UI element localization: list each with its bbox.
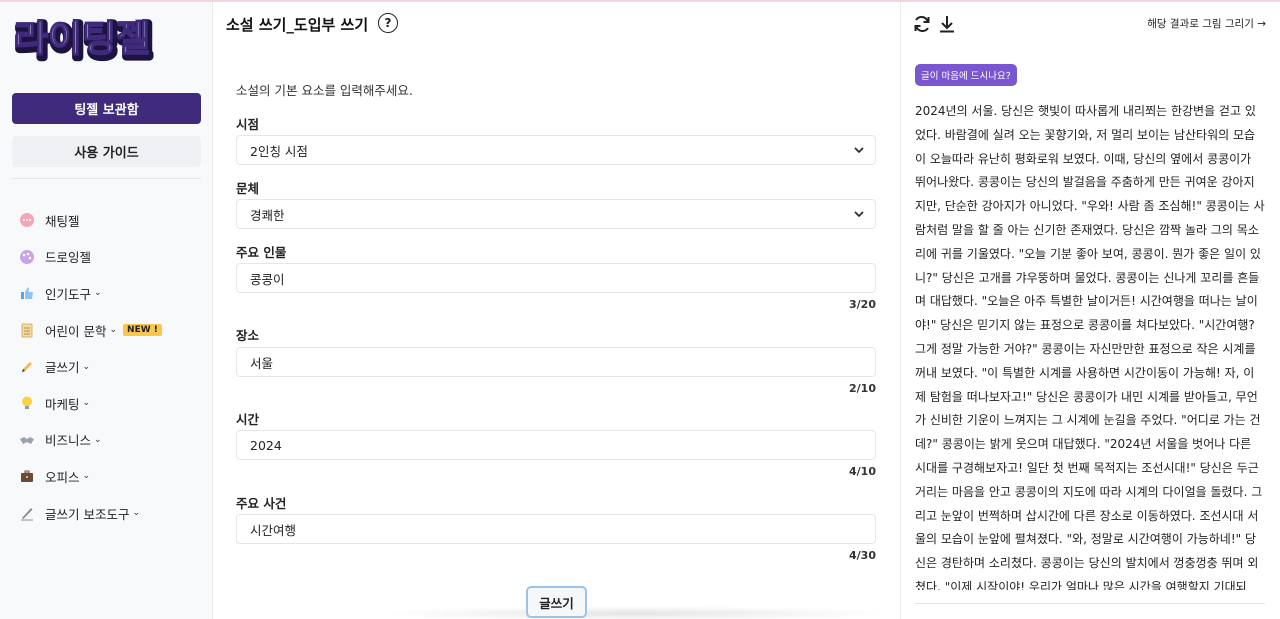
viewpoint-value: 2인칭 시점 [250,143,308,159]
sidebar-item-label: 글쓰기 보조도구 [45,506,130,522]
sidebar-item-label: 마케팅 [45,396,80,412]
refresh-icon[interactable] [912,14,932,34]
viewpoint-label: 시점 [236,117,260,132]
download-icon[interactable] [937,14,957,34]
chevron-down-icon: ⌄ [94,288,102,299]
sidebar-item-popular[interactable]: 인기도구 ⌄ [18,275,208,312]
result-panel: 해당 결과로 그림 그리기 → 글이 마음에 드시나요? 2024년의 서울. … [900,2,1280,619]
palette-icon [18,248,36,266]
sidebar-item-label: 드로잉젤 [45,250,92,266]
chat-bubble-icon [18,211,36,229]
sidebar-item-drawing[interactable]: 드로잉젤 [18,239,208,276]
page-title: 소설 쓰기_도입부 쓰기 [226,16,369,34]
sidebar-item-label: 글쓰기 [45,360,80,376]
sidebar-divider [12,178,201,179]
sidebar-item-label: 비즈니스 [45,433,92,449]
generated-story-text: 2024년의 서울. 당신은 햇빛이 따사롭게 내리쬐는 한강변을 걷고 있었다… [915,104,1265,590]
button-shadow [374,606,894,619]
sidebar-nav: 채팅젤 드로잉젤 인기도구 ⌄ 어린이 문학 ⌄ NEW ! 글쓰기 ⌄ 마케팅… [18,202,208,531]
sidebar-item-kids-literature[interactable]: 어린이 문학 ⌄ NEW ! [18,312,208,349]
new-badge: NEW ! [123,324,162,337]
event-value: 시간여행 [250,522,297,538]
chevron-down-icon: ⌄ [82,361,91,372]
sidebar-item-business[interactable]: 비즈니스 ⌄ [18,422,208,459]
chevron-down-icon: ⌄ [82,398,91,409]
style-select[interactable]: 경쾌한 [236,199,876,229]
storage-button[interactable]: 팅젤 보관함 [12,93,201,124]
chevron-down-icon: ⌄ [94,434,102,445]
like-feedback-badge[interactable]: 글이 마음에 드시나요? [915,64,1017,86]
draw-image-link[interactable]: 해당 결과로 그림 그리기 → [1147,16,1266,31]
time-label: 시간 [236,412,260,427]
lightbulb-icon [18,394,36,412]
sidebar: 라이팅젤 라이팅젤 팅젤 보관함 사용 가이드 채팅젤 드로잉젤 인기도구 ⌄ [0,2,213,619]
chevron-down-icon: ⌄ [109,325,118,336]
character-input[interactable]: 콩콩이 [236,263,876,293]
chevron-down-icon [854,147,864,154]
sidebar-item-writing-tools[interactable]: 글쓰기 보조도구 ⌄ [18,495,208,532]
chevron-down-icon: ⌄ [132,508,141,519]
write-button[interactable]: 글쓰기 [526,586,587,618]
style-value: 경쾌한 [250,207,285,223]
form-intro: 소설의 기본 요소를 입력해주세요. [236,83,413,98]
svg-text:라이팅젤: 라이팅젤 [14,17,150,60]
guide-button[interactable]: 사용 가이드 [12,136,201,167]
time-counter: 4/10 [849,465,876,478]
sidebar-item-label: 어린이 문학 [45,323,107,339]
sidebar-item-chat[interactable]: 채팅젤 [18,202,208,239]
character-label: 주요 인물 [236,245,287,260]
character-counter: 3/20 [849,298,876,311]
chevron-down-icon: ⌄ [82,471,91,482]
event-label: 주요 사건 [236,496,287,511]
sidebar-item-marketing[interactable]: 마케팅 ⌄ [18,385,208,422]
place-input[interactable]: 서울 [236,347,876,377]
pen-icon [18,504,36,522]
sidebar-item-writing[interactable]: 글쓰기 ⌄ [18,348,208,385]
notepad-icon [18,321,36,339]
viewpoint-select[interactable]: 2인칭 시점 [236,135,876,165]
main-panel: 소설 쓰기_도입부 쓰기 ? 소설의 기본 요소를 입력해주세요. 시점 2인칭… [214,2,900,619]
sidebar-item-office[interactable]: 오피스 ⌄ [18,458,208,495]
result-divider [915,603,1265,604]
place-value: 서울 [250,355,274,371]
event-input[interactable]: 시간여행 [236,514,876,544]
time-value: 2024 [250,437,282,453]
place-counter: 2/10 [849,382,876,395]
sidebar-item-label: 오피스 [45,469,80,485]
character-value: 콩콩이 [250,271,285,287]
chevron-down-icon [854,211,864,218]
event-counter: 4/30 [849,549,876,562]
help-icon[interactable]: ? [378,13,398,33]
thumbs-up-icon [18,284,36,302]
time-input[interactable]: 2024 [236,430,876,460]
briefcase-icon [18,467,36,485]
handshake-icon [18,431,36,449]
sidebar-item-label: 인기도구 [45,286,92,302]
app-logo[interactable]: 라이팅젤 라이팅젤 [12,16,166,66]
logo-wordmark: 라이팅젤 라이팅젤 [13,16,156,66]
pencil-icon [18,358,36,376]
place-label: 장소 [236,328,260,343]
sidebar-item-label: 채팅젤 [45,213,80,229]
style-label: 문체 [236,181,260,196]
